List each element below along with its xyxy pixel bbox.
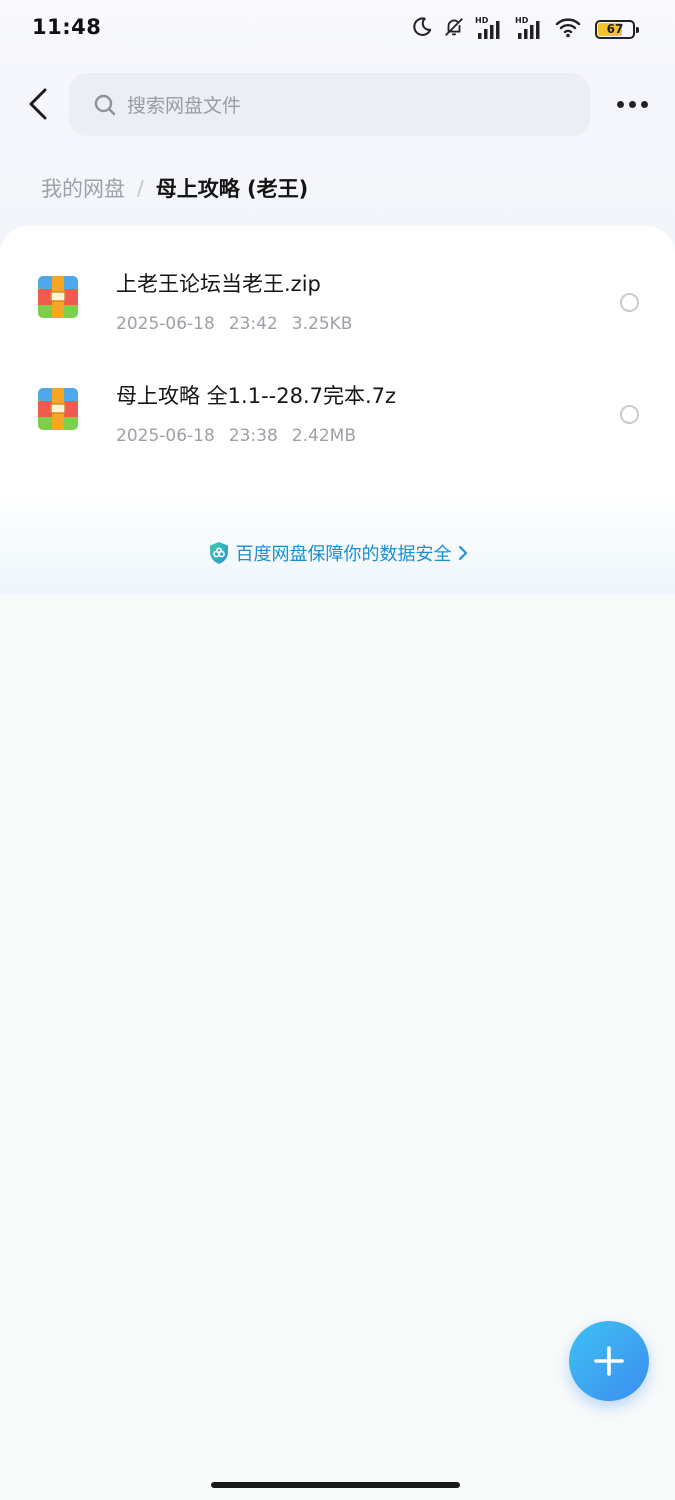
file-meta: 2025-06-18 23:42 3.25KB bbox=[116, 314, 366, 334]
breadcrumb-separator: / bbox=[137, 176, 144, 200]
security-link[interactable]: 百度网盘保障你的数据安全 bbox=[0, 540, 675, 566]
file-meta: 2025-06-18 23:38 2.42MB bbox=[116, 426, 370, 446]
security-link-text: 百度网盘保障你的数据安全 bbox=[235, 544, 452, 565]
battery-level: 67 bbox=[606, 21, 624, 36]
file-name: 母上攻略 全1.1--28.7完本.7z bbox=[116, 384, 397, 408]
archive-icon bbox=[38, 276, 78, 318]
breadcrumb: 我的网盘 / 母上攻略 (老王) bbox=[41, 173, 308, 203]
file-time: 23:38 bbox=[228, 426, 278, 446]
file-date: 2025-06-18 bbox=[116, 426, 215, 446]
search-placeholder: 搜索网盘文件 bbox=[127, 95, 242, 117]
breadcrumb-root[interactable]: 我的网盘 bbox=[41, 173, 125, 203]
add-button[interactable] bbox=[569, 1321, 649, 1401]
select-checkbox[interactable] bbox=[620, 405, 639, 424]
more-icon-dot bbox=[640, 100, 648, 108]
file-date: 2025-06-18 bbox=[116, 314, 215, 334]
file-name: 上老王论坛当老王.zip bbox=[116, 272, 321, 296]
signal-icon: HD bbox=[475, 16, 505, 42]
more-icon-dot bbox=[628, 100, 636, 108]
plus-icon bbox=[594, 1346, 624, 1376]
wifi-icon bbox=[555, 16, 581, 42]
back-icon bbox=[29, 88, 47, 120]
file-size: 3.25KB bbox=[291, 314, 353, 334]
more-button[interactable] bbox=[608, 88, 656, 120]
status-bar: 11:48 HD HD 67 bbox=[0, 0, 675, 60]
back-button[interactable] bbox=[18, 82, 58, 126]
home-indicator[interactable] bbox=[211, 1482, 460, 1488]
bell-off-icon bbox=[443, 16, 465, 42]
file-time: 23:42 bbox=[228, 314, 278, 334]
more-icon bbox=[616, 100, 624, 108]
select-checkbox[interactable] bbox=[620, 293, 639, 312]
file-list: 上老王论坛当老王.zip 2025-06-18 23:42 3.25KB 母上攻略 … bbox=[0, 226, 675, 594]
chevron-right-icon bbox=[458, 546, 467, 560]
signal-icon: HD bbox=[515, 16, 545, 42]
breadcrumb-current: 母上攻略 (老王) bbox=[155, 177, 309, 201]
status-time: 11:48 bbox=[32, 15, 102, 39]
battery-tip bbox=[636, 26, 639, 33]
search-icon bbox=[94, 94, 116, 115]
file-size: 2.42MB bbox=[291, 426, 356, 446]
moon-icon bbox=[411, 16, 433, 42]
search-input[interactable]: 搜索网盘文件 bbox=[69, 73, 590, 136]
shield-icon bbox=[209, 542, 228, 564]
list-item[interactable]: 上老王论坛当老王.zip 2025-06-18 23:42 3.25KB bbox=[0, 260, 675, 360]
battery-icon: 67 bbox=[595, 19, 639, 39]
status-icons: HD HD 67 bbox=[411, 14, 639, 44]
list-item[interactable]: 母上攻略 全1.1--28.7完本.7z 2025-06-18 23:38 2.42… bbox=[0, 372, 675, 472]
archive-icon bbox=[38, 388, 78, 430]
